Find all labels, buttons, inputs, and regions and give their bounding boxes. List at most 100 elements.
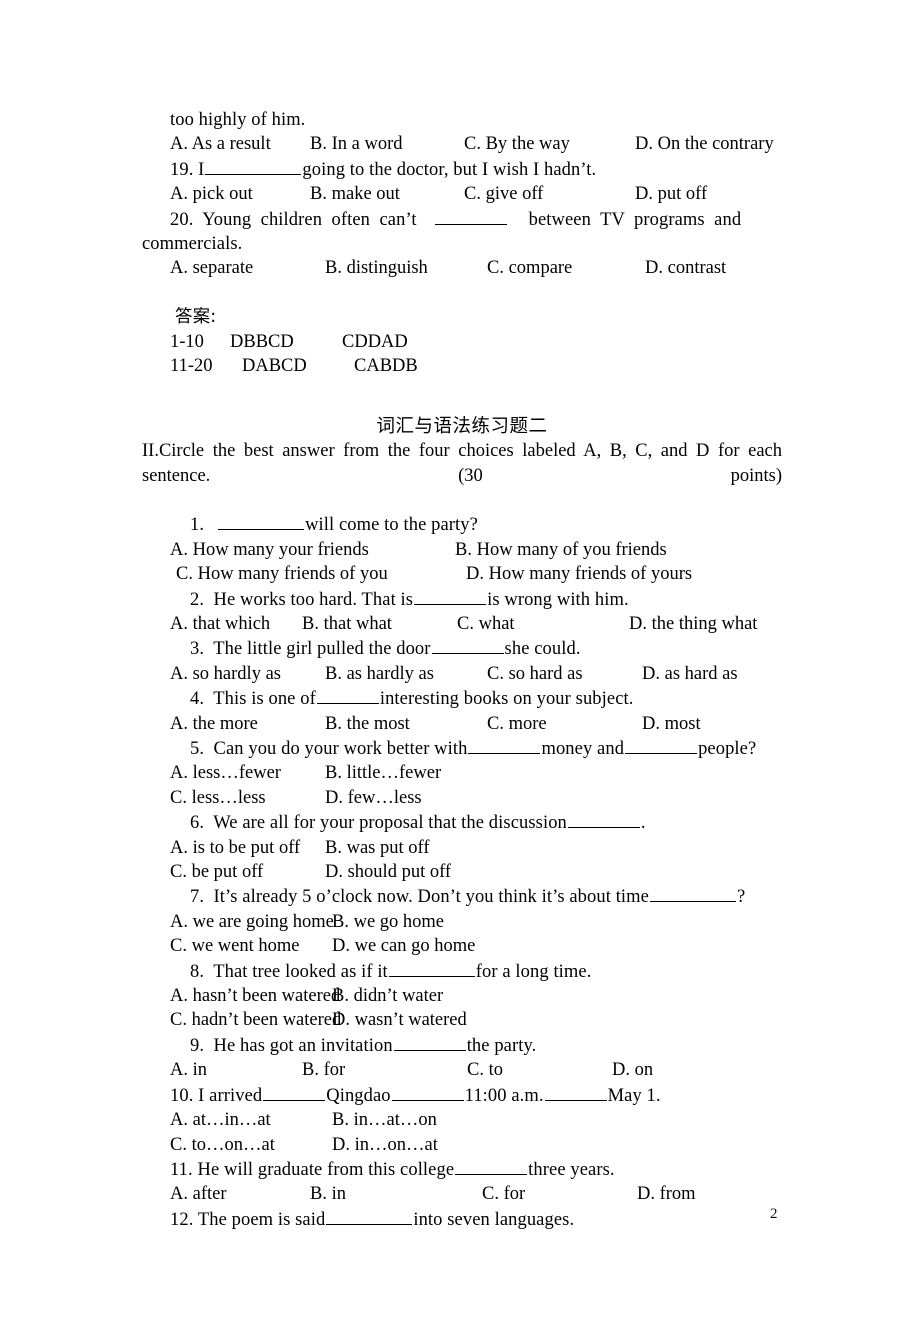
answer-row2-second: CABDB (354, 356, 418, 377)
q19-blank (205, 157, 302, 175)
answer-row2-range: 11-20 (170, 356, 213, 377)
answer-key-label: 答案: (175, 307, 217, 328)
q8-option-b: B. didn’t water (332, 986, 444, 1007)
q8-option-a: A. hasn’t been watered (170, 986, 341, 1007)
q6-option-d: D. should put off (325, 862, 452, 883)
q4-stem: 4. This is one of interesting books on yo… (142, 686, 782, 711)
q4-options-row: A. the more B. the most C. more D. most (142, 712, 782, 736)
q1-blank (218, 512, 305, 531)
answer-key-row-2: 11-20 DABCD CABDB (142, 354, 782, 378)
q18-option-c: C. By the way (464, 134, 570, 155)
q6-options-row-2: C. be put off D. should put off (142, 860, 782, 884)
instruction-paragraph: II.Circle the best answer from the four … (142, 441, 782, 486)
q11-options-row: A. after B. in C. for D. from (142, 1182, 782, 1206)
q5-option-c: C. less…less (170, 787, 266, 808)
q5-option-a: A. less…fewer (170, 763, 281, 784)
q7-option-c: C. we went home (170, 936, 300, 957)
q5-option-b: B. little…fewer (325, 763, 442, 784)
q9-option-c: C. to (467, 1060, 503, 1081)
q5-options-row-2: C. less…less D. few…less (142, 786, 782, 810)
q9-stem: 9. He has got an invitation the party. (142, 1033, 782, 1058)
q7-stem: 7. It’s already 5 o’clock now. Don’t you… (142, 884, 782, 909)
q10-option-b: B. in…at…on (332, 1110, 437, 1131)
q3-option-a: A. so hardly as (170, 663, 281, 684)
q20-stem-line1: 20. Young children often can’t between TV… (142, 207, 782, 232)
q1-stem: 1. will come to the party? (142, 512, 782, 537)
q5-blank-2 (625, 736, 698, 755)
answer-key-row-1: 1-10 DBBCD CDDAD (142, 330, 782, 354)
q3-option-c: C. so hard as (487, 663, 583, 684)
q6-stem: 6. We are all for your proposal that the… (142, 810, 782, 835)
q20-blank (434, 207, 507, 225)
q10-stem: 10. I arrived Qingdao 11:00 a.m. May 1. (142, 1083, 782, 1108)
q9-option-b: B. for (302, 1060, 346, 1081)
q1-option-b: B. How many of you friends (455, 539, 667, 560)
q20-option-b: B. distinguish (325, 258, 428, 279)
q6-blank (567, 810, 640, 829)
q7-option-d: D. we can go home (332, 936, 476, 957)
q7-blank (649, 884, 736, 903)
answer-row1-range: 1-10 (170, 331, 204, 352)
q11-option-a: A. after (170, 1184, 227, 1205)
q7-option-b: B. we go home (332, 911, 445, 932)
q18-option-b: B. In a word (310, 134, 403, 155)
q5-options-row-1: A. less…fewer B. little…fewer (142, 761, 782, 785)
q19-stem: 19. Igoing to the doctor, but I wish I h… (142, 157, 782, 182)
q4-option-a: A. the more (170, 713, 258, 734)
q20-option-a: A. separate (170, 258, 254, 279)
q6-options-row-1: A. is to be put off B. was put off (142, 836, 782, 860)
q2-stem: 2. He works too hard. That is is wrong wi… (142, 587, 782, 612)
q11-option-b: B. in (310, 1184, 346, 1205)
q2-option-d: D. the thing what (629, 614, 758, 635)
q11-blank (455, 1157, 528, 1175)
q4-option-b: B. the most (325, 713, 410, 734)
q2-option-c: C. what (457, 614, 515, 635)
q1-options-row-1: A. How many your friends B. How many of … (142, 538, 782, 562)
q11-option-c: C. for (482, 1184, 526, 1205)
q1-options-row-2: C. How many friends of you D. How many f… (142, 562, 782, 586)
q8-options-row-2: C. hadn’t been watered D. wasn’t watered (142, 1008, 782, 1032)
q9-options-row: A. in B. for C. to D. on (142, 1058, 782, 1082)
q6-option-c: C. be put off (170, 862, 264, 883)
q9-blank (393, 1033, 466, 1051)
q5-option-d: D. few…less (325, 787, 422, 808)
q10-blank-3 (544, 1083, 607, 1101)
q10-blank-1 (263, 1083, 326, 1101)
answer-row1-second: CDDAD (342, 331, 408, 352)
q5-blank-1 (468, 736, 541, 755)
q4-option-d: D. most (642, 713, 701, 734)
q18-option-d: D. On the contrary (635, 134, 774, 155)
q12-stem: 12. The poem is said into seven languages… (142, 1207, 782, 1232)
q19-option-d: D. put off (635, 184, 708, 205)
q12-blank (326, 1207, 413, 1225)
q19-option-c: C. give off (464, 184, 544, 205)
q10-option-a: A. at…in…at (170, 1110, 271, 1131)
q8-blank (388, 959, 475, 977)
continuation-line: too highly of him. (170, 110, 306, 130)
document-page: too highly of him. A. As a result B. In … (0, 0, 920, 1302)
q4-option-c: C. more (487, 713, 547, 734)
q19-option-a: A. pick out (170, 184, 253, 205)
q2-blank (414, 587, 487, 605)
q11-stem: 11. He will graduate from this college th… (142, 1157, 782, 1182)
q9-option-d: D. on (612, 1060, 654, 1081)
q2-option-a: A. that which (170, 614, 271, 635)
q10-options-row-2: C. to…on…at D. in…on…at (142, 1133, 782, 1157)
q3-stem: 3. The little girl pulled the door she co… (142, 636, 782, 661)
q10-option-c: C. to…on…at (170, 1134, 275, 1155)
q3-option-b: B. as hardly as (325, 663, 434, 684)
document-text-column: too highly of him. A. As a result B. In … (142, 108, 782, 1232)
q8-option-c: C. hadn’t been watered (170, 1010, 342, 1031)
q1-option-d: D. How many friends of yours (466, 564, 693, 585)
q3-blank (431, 636, 504, 655)
q1-option-a: A. How many your friends (170, 539, 369, 560)
q20-option-c: C. compare (487, 258, 573, 279)
q18-option-a: A. As a result (170, 134, 271, 155)
q20-stem-line2: commercials. (142, 234, 243, 255)
q19-option-b: B. make out (310, 184, 400, 205)
answer-row2-first: DABCD (242, 356, 307, 377)
q8-stem: 8. That tree looked as if it for a long t… (142, 959, 782, 984)
q10-options-row-1: A. at…in…at B. in…at…on (142, 1108, 782, 1132)
